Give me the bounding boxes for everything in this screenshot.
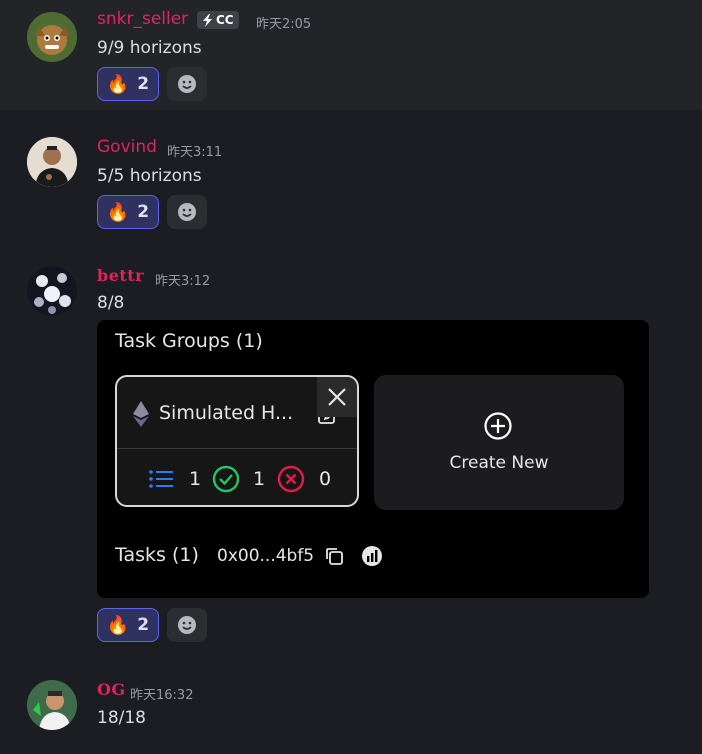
close-icon: [328, 388, 346, 406]
message-snkr-seller: snkr_seller CC 昨天2:05 9/9 horizons 🔥 2: [0, 0, 702, 110]
avatar-image: [27, 680, 77, 730]
timestamp: 昨天3:12: [155, 274, 211, 289]
wallet-address: 0x00...4bf5: [217, 546, 315, 566]
list-icon: [149, 470, 173, 488]
guild-tag-badge[interactable]: CC: [197, 11, 239, 29]
add-reaction-button[interactable]: [167, 195, 207, 229]
avatar[interactable]: [27, 12, 77, 62]
reaction-count: 2: [137, 74, 150, 94]
message-og: OG 昨天16:32 18/18: [0, 660, 702, 754]
avatar-image: [27, 137, 77, 187]
message-govind: Govind 昨天3:11 5/5 horizons 🔥 2: [0, 110, 702, 250]
timestamp: 昨天3:11: [167, 145, 223, 160]
smiley-icon: [178, 203, 196, 221]
reaction-fire[interactable]: 🔥 2: [97, 195, 159, 229]
username[interactable]: bettr: [97, 266, 144, 285]
add-reaction-button[interactable]: [167, 67, 207, 101]
avatar-image: [27, 266, 77, 316]
add-reaction-button[interactable]: [167, 608, 207, 642]
embed-image[interactable]: Task Groups (1) Simulated H... 1 1 0 Cre…: [97, 320, 649, 598]
avatar[interactable]: [27, 680, 77, 730]
smiley-icon: [178, 75, 196, 93]
failed-count: 0: [319, 468, 332, 490]
message-text: 18/18: [97, 708, 146, 728]
tasks-label: Tasks (1): [115, 544, 199, 566]
reaction-fire[interactable]: 🔥 2: [97, 67, 159, 101]
username[interactable]: Govind: [97, 137, 157, 157]
badge-label: CC: [216, 13, 234, 27]
username[interactable]: OG: [97, 680, 126, 699]
close-button[interactable]: [317, 377, 357, 417]
avatar[interactable]: [27, 137, 77, 187]
lightning-icon: [203, 13, 212, 27]
timestamp: 昨天16:32: [130, 688, 194, 703]
plus-circle-icon: [484, 412, 512, 440]
chart-logo-icon[interactable]: [361, 545, 383, 567]
message-text: 9/9 horizons: [97, 38, 202, 58]
username[interactable]: snkr_seller: [97, 9, 188, 29]
reaction-fire[interactable]: 🔥 2: [97, 608, 159, 642]
task-count: 1: [189, 468, 202, 490]
check-circle-icon: [212, 465, 240, 493]
smiley-icon: [178, 616, 196, 634]
avatar[interactable]: [27, 266, 77, 316]
divider: [117, 448, 357, 449]
create-new-label: Create New: [449, 453, 549, 473]
reaction-count: 2: [137, 202, 150, 222]
message-text: 5/5 horizons: [97, 166, 202, 186]
task-groups-title: Task Groups (1): [115, 330, 263, 352]
create-new-button[interactable]: Create New: [374, 375, 624, 510]
fire-emoji: 🔥: [106, 73, 130, 95]
task-group-name: Simulated H...: [159, 402, 294, 424]
reaction-count: 2: [137, 615, 150, 635]
x-circle-icon: [277, 465, 305, 493]
timestamp: 昨天2:05: [256, 17, 312, 32]
fire-emoji: 🔥: [106, 201, 130, 223]
task-group-card[interactable]: Simulated H... 1 1 0: [115, 375, 359, 507]
copy-icon[interactable]: [324, 546, 344, 566]
fire-emoji: 🔥: [106, 614, 130, 636]
message-text: 8/8: [97, 293, 125, 313]
avatar-image: [27, 12, 77, 62]
success-count: 1: [253, 468, 266, 490]
ethereum-icon: [133, 401, 149, 427]
